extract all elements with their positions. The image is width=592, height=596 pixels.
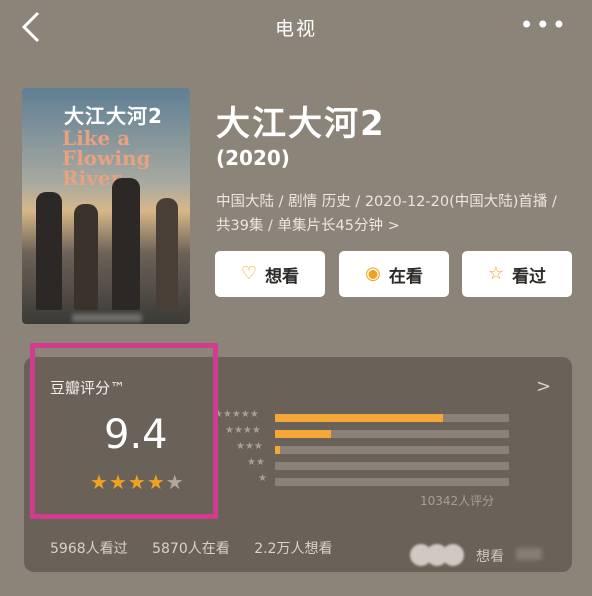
top-bar: 电视 ••• bbox=[0, 0, 592, 56]
want-button[interactable]: ♡ 想看 bbox=[215, 251, 325, 297]
star-outline-icon: ☆ bbox=[487, 263, 505, 284]
watching-button-label: 在看 bbox=[388, 266, 423, 287]
poster-title-cn: 大江大河2 bbox=[64, 104, 163, 128]
friends-want-label: 想看 bbox=[476, 549, 504, 565]
show-meta[interactable]: 中国大陆 / 剧情 历史 / 2020-12-20(中国大陆)首播 / 共39集… bbox=[216, 190, 572, 238]
star-icon: ★★ bbox=[247, 457, 265, 468]
stat-watching: 5870人在看 bbox=[152, 541, 230, 557]
watched-button[interactable]: ☆ 看过 bbox=[462, 251, 572, 297]
poster-caption-blur bbox=[72, 314, 142, 322]
page-title: 电视 bbox=[274, 18, 317, 40]
show-title: 大江大河2 bbox=[216, 104, 386, 144]
friend-avatars[interactable] bbox=[410, 544, 464, 566]
poster-figure bbox=[36, 192, 62, 310]
rating-bar-fill bbox=[275, 446, 280, 454]
star-icon: ★ bbox=[258, 473, 267, 484]
rating-bar-fill bbox=[275, 430, 331, 438]
rating-bar-2-star: ★★ bbox=[206, 457, 510, 472]
poster-figure bbox=[112, 178, 140, 310]
rating-bar-track bbox=[275, 478, 509, 486]
circle-dot-icon: ◉ bbox=[365, 263, 381, 284]
show-year: (2020) bbox=[216, 146, 290, 170]
stat-watched: 5968人看过 bbox=[50, 541, 128, 557]
more-icon[interactable]: ••• bbox=[520, 13, 568, 37]
rating-bar-3-star: ★★★ bbox=[206, 441, 510, 456]
poster-title-en: Like a Flowing River bbox=[62, 126, 151, 190]
star-icon: ★★★★★ bbox=[214, 409, 259, 420]
stats-row: 5968人看过 5870人在看 2.2万人想看 bbox=[50, 538, 352, 558]
watched-button-label: 看过 bbox=[512, 266, 547, 287]
rating-count: 10342人评分 bbox=[420, 494, 495, 508]
poster-figure bbox=[156, 198, 178, 310]
star-icon: ★★★ bbox=[236, 441, 263, 452]
poster-figure bbox=[74, 204, 98, 310]
heart-plus-icon: ♡ bbox=[240, 263, 258, 284]
rating-bar-track bbox=[275, 430, 509, 438]
star-icon: ★★★★ bbox=[225, 425, 261, 436]
highlight-box bbox=[30, 343, 218, 519]
want-button-label: 想看 bbox=[265, 266, 300, 287]
rating-bar-5-star: ★★★★★ bbox=[206, 409, 510, 424]
friends-blur bbox=[516, 548, 542, 560]
show-meta-text: 中国大陆 / 剧情 历史 / 2020-12-20(中国大陆)首播 / 共39集… bbox=[216, 194, 557, 234]
rating-bar-track bbox=[275, 462, 509, 470]
avatar bbox=[442, 544, 464, 566]
chevron-right-icon[interactable]: > bbox=[536, 376, 551, 397]
rating-bar-4-star: ★★★★ bbox=[206, 425, 510, 440]
stat-want: 2.2万人想看 bbox=[254, 541, 333, 557]
rating-bar-1-star: ★ bbox=[206, 473, 510, 488]
poster-image[interactable]: 大江大河2 Like a Flowing River bbox=[22, 88, 190, 324]
rating-bar-fill bbox=[275, 414, 443, 422]
rating-bar-track bbox=[275, 414, 509, 422]
watching-button[interactable]: ◉ 在看 bbox=[339, 251, 449, 297]
chevron-right-icon: > bbox=[387, 218, 400, 234]
rating-bar-track bbox=[275, 446, 509, 454]
